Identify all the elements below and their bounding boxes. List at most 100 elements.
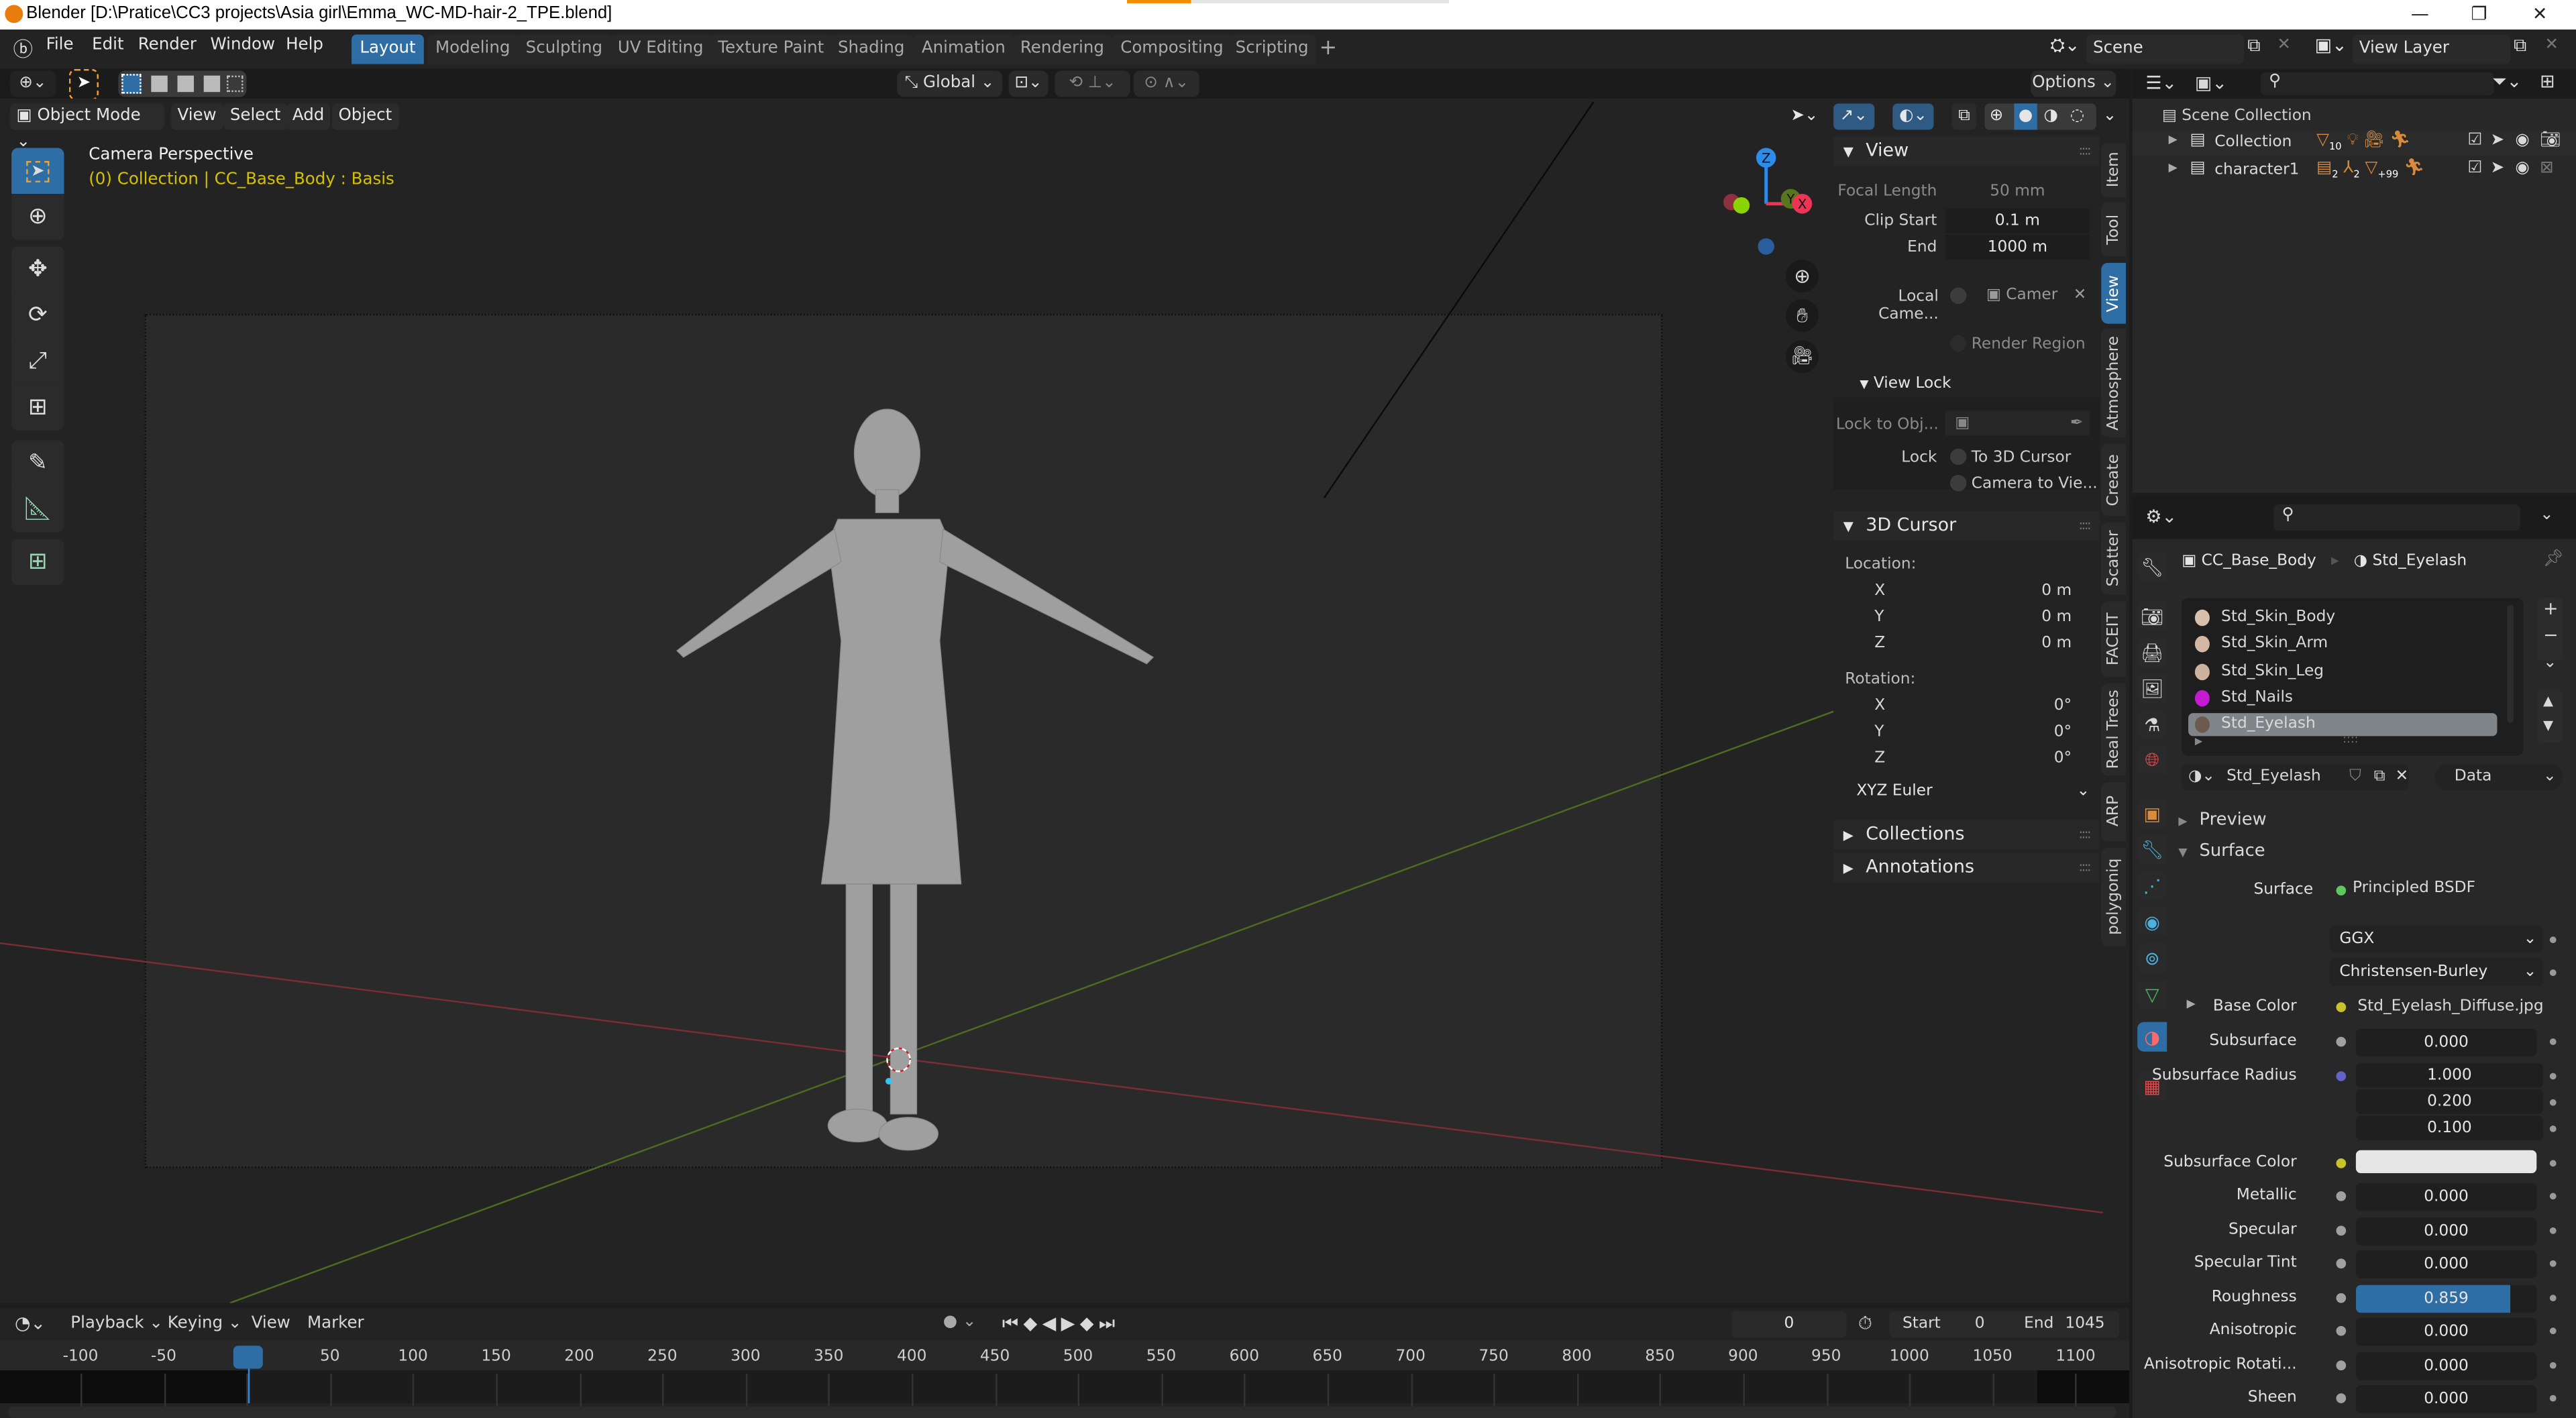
maximize-button[interactable]: ❐ bbox=[2455, 1, 2504, 28]
slot-specials-chevron-icon[interactable]: ⌄ bbox=[2543, 654, 2557, 672]
material-datablock-field[interactable]: ◑⌄ Std_Eyelash ⛉ ⧉ ✕ bbox=[2182, 764, 2409, 791]
select-subtract-icon[interactable] bbox=[177, 75, 194, 93]
new-scene-icon[interactable]: ⧉ bbox=[2247, 34, 2260, 57]
close-button[interactable]: ✕ bbox=[2515, 1, 2564, 28]
select-box-tool-icon[interactable]: ➤ bbox=[68, 68, 99, 101]
drag-grip-icon[interactable]: :::: bbox=[2079, 820, 2092, 849]
tab-tool-icon[interactable]: 🔧︎ bbox=[2137, 552, 2167, 582]
keyframe-dot[interactable] bbox=[2549, 1072, 2557, 1079]
cursor-rotation-x-field[interactable]: X 0° bbox=[1845, 693, 2088, 718]
solid-shading-icon[interactable]: ● bbox=[2014, 103, 2037, 130]
move-tool[interactable]: ✥ bbox=[11, 246, 64, 293]
render-region-toggle[interactable] bbox=[1949, 335, 1967, 352]
zoom-view-icon[interactable]: ⊕ bbox=[1786, 260, 1819, 293]
workspace-tab-compositing[interactable]: Compositing bbox=[1112, 34, 1232, 64]
jump-start-icon[interactable]: ⏮ bbox=[1002, 1313, 1024, 1334]
sidebar-tab-scatter[interactable]: Scatter bbox=[2101, 522, 2127, 595]
workspace-tab-sculpting[interactable]: Sculpting bbox=[517, 34, 611, 64]
transform-tool[interactable]: ⊞ bbox=[11, 384, 64, 431]
keyframe-dot[interactable] bbox=[2549, 1124, 2557, 1132]
options-chevron-icon[interactable]: ⌄ bbox=[2540, 506, 2554, 524]
collections-panel-header[interactable]: ▶ Collections :::: bbox=[1833, 820, 2100, 850]
view-layer-field[interactable]: View Layer bbox=[2352, 34, 2511, 64]
timeline-menu-keying[interactable]: Keying ⌄ bbox=[168, 1315, 242, 1333]
sidebar-tab-atmosphere[interactable]: Atmosphere bbox=[2101, 328, 2127, 437]
keyframe-dot[interactable] bbox=[2549, 1098, 2557, 1105]
play-icon[interactable]: ▶ bbox=[1061, 1313, 1080, 1334]
distribution-dropdown[interactable]: GGX ⌄ bbox=[2329, 925, 2544, 953]
pan-hand-icon[interactable]: ✋︎ bbox=[1786, 298, 1819, 332]
timeline-menu-playback[interactable]: Playback ⌄ bbox=[70, 1315, 163, 1333]
sidebar-tab-tool[interactable]: Tool bbox=[2101, 202, 2127, 257]
expand-triangle-icon[interactable]: ▶ bbox=[2195, 736, 2202, 747]
cursor-tool[interactable]: ⊕ bbox=[11, 194, 64, 240]
annotations-panel-header[interactable]: ▶ Annotations :::: bbox=[1833, 853, 2100, 883]
scene-field[interactable]: Scene bbox=[2086, 34, 2245, 64]
editor-type-icon[interactable]: ◔⌄ bbox=[15, 1313, 46, 1334]
view-layer-icon[interactable]: ▣⌄ bbox=[2315, 34, 2347, 56]
visibility-eye-icon[interactable]: ◉ bbox=[2515, 160, 2529, 178]
gizmo-toggle-icon[interactable]: ↗⌄ bbox=[1833, 103, 1874, 130]
3d-cursor-panel-header[interactable]: ▼ 3D Cursor :::: bbox=[1833, 510, 2100, 541]
subsurface-field[interactable]: 0.000 bbox=[2355, 1028, 2537, 1057]
exclude-checkbox[interactable]: ☑ bbox=[2467, 160, 2482, 178]
editor-type-icon[interactable]: ⚙⌄ bbox=[2145, 506, 2177, 527]
focal-length-field[interactable]: 50 mm bbox=[1945, 179, 2090, 204]
rendered-shading-icon[interactable]: ◌ bbox=[2070, 103, 2084, 129]
sidebar-tab-real-trees[interactable]: Real Trees bbox=[2101, 684, 2127, 776]
material-slot-item[interactable]: Std_Skin_Arm bbox=[2188, 633, 2497, 656]
workspace-tab-animation[interactable]: Animation bbox=[913, 34, 1014, 64]
snapping-dropdown[interactable]: ⟲ ⊥⌄ bbox=[1055, 70, 1130, 97]
lock-to-3d-cursor-checkbox[interactable] bbox=[1949, 448, 1967, 466]
keyframe-dot[interactable] bbox=[2549, 1260, 2557, 1267]
properties-search-input[interactable]: ⚲ bbox=[2273, 504, 2520, 531]
sidebar-tab-arp[interactable]: ARP bbox=[2101, 782, 2127, 842]
select-intersect-icon[interactable] bbox=[226, 75, 244, 93]
prev-keyframe-icon[interactable]: ◆ bbox=[1023, 1313, 1042, 1334]
pin-icon[interactable]: 📌︎ bbox=[2543, 551, 2564, 569]
menu-render[interactable]: Render bbox=[138, 36, 197, 54]
overlays-toggle-icon[interactable]: ◐⌄ bbox=[1892, 103, 1934, 130]
selectable-toggle-icon[interactable]: ➤ bbox=[2491, 131, 2505, 150]
menu-help[interactable]: Help bbox=[286, 36, 323, 54]
list-scrollbar[interactable] bbox=[2507, 604, 2514, 723]
timeline-scrollbar[interactable] bbox=[8, 1406, 2116, 1418]
sidebar-tab-faceit[interactable]: FACEIT bbox=[2101, 601, 2127, 677]
expand-triangle-icon[interactable]: ▶ bbox=[2169, 161, 2178, 174]
move-down-button[interactable]: ▼ bbox=[2543, 718, 2553, 732]
next-keyframe-icon[interactable]: ◆ bbox=[1080, 1313, 1099, 1334]
keyframe-dot[interactable] bbox=[2549, 936, 2557, 944]
sidebar-tab-view[interactable]: View bbox=[2101, 262, 2127, 324]
specular-tint-field[interactable]: 0.000 bbox=[2355, 1250, 2537, 1278]
subsurface-radius-field-0[interactable]: 1.000 bbox=[2355, 1062, 2544, 1087]
add-slot-button[interactable]: + bbox=[2543, 598, 2559, 620]
drag-grip-icon[interactable]: :::: bbox=[2079, 136, 2092, 166]
tab-world-icon[interactable]: 🌐︎ bbox=[2137, 746, 2167, 776]
proportional-editing-dropdown[interactable]: ⊙ ∧⌄ bbox=[1133, 70, 1199, 97]
material-slot-item[interactable]: Std_Skin_Body bbox=[2188, 606, 2497, 629]
lock-to-object-field[interactable]: ▣ ✒ bbox=[1945, 411, 2090, 436]
keyframe-dot[interactable] bbox=[2549, 1395, 2557, 1402]
viewport-menu-select[interactable]: Select bbox=[223, 103, 288, 130]
outliner-row-collection[interactable]: ▶ ▤ Collection ▽10 💡︎ 🎥︎ 🏃︎ ☑ ➤ ◉ 📷︎ bbox=[2132, 129, 2576, 156]
material-browse-icon[interactable]: ◑⌄ bbox=[2188, 767, 2215, 785]
local-camera-field[interactable]: ▣ Camer ✕ bbox=[1980, 282, 2092, 308]
cursor-rotation-z-field[interactable]: Z 0° bbox=[1845, 746, 2088, 771]
new-collection-icon[interactable]: ⊞ bbox=[2540, 70, 2555, 92]
outliner-search-input[interactable]: ⚲ bbox=[2260, 72, 2494, 96]
fake-user-shield-icon[interactable]: ⛉ bbox=[2349, 764, 2361, 790]
cursor-location-z-field[interactable]: Z 0 m bbox=[1845, 631, 2088, 656]
measure-tool[interactable]: 📐︎ bbox=[11, 486, 64, 533]
wireframe-shading-icon[interactable]: ⊕ bbox=[1990, 103, 2004, 129]
keyframe-dot[interactable] bbox=[2549, 969, 2557, 977]
unlink-material-icon[interactable]: ✕ bbox=[2396, 764, 2409, 790]
view-panel-header[interactable]: ▼ View :::: bbox=[1833, 136, 2100, 166]
tab-scene-icon[interactable]: ⚗︎ bbox=[2137, 710, 2167, 740]
subsurface-radius-field-1[interactable]: 0.200 bbox=[2355, 1088, 2544, 1113]
select-extend-icon[interactable] bbox=[151, 75, 168, 93]
3d-viewport[interactable]: ▣ Object Mode ⌄ View Select Add Object ➤… bbox=[0, 98, 2129, 1303]
duplicate-material-icon[interactable]: ⧉ bbox=[2374, 764, 2385, 790]
sheen-field[interactable]: 0.000 bbox=[2355, 1385, 2537, 1413]
sidebar-tab-item[interactable]: Item bbox=[2101, 143, 2127, 197]
annotate-tool[interactable]: ✎ bbox=[11, 440, 64, 487]
